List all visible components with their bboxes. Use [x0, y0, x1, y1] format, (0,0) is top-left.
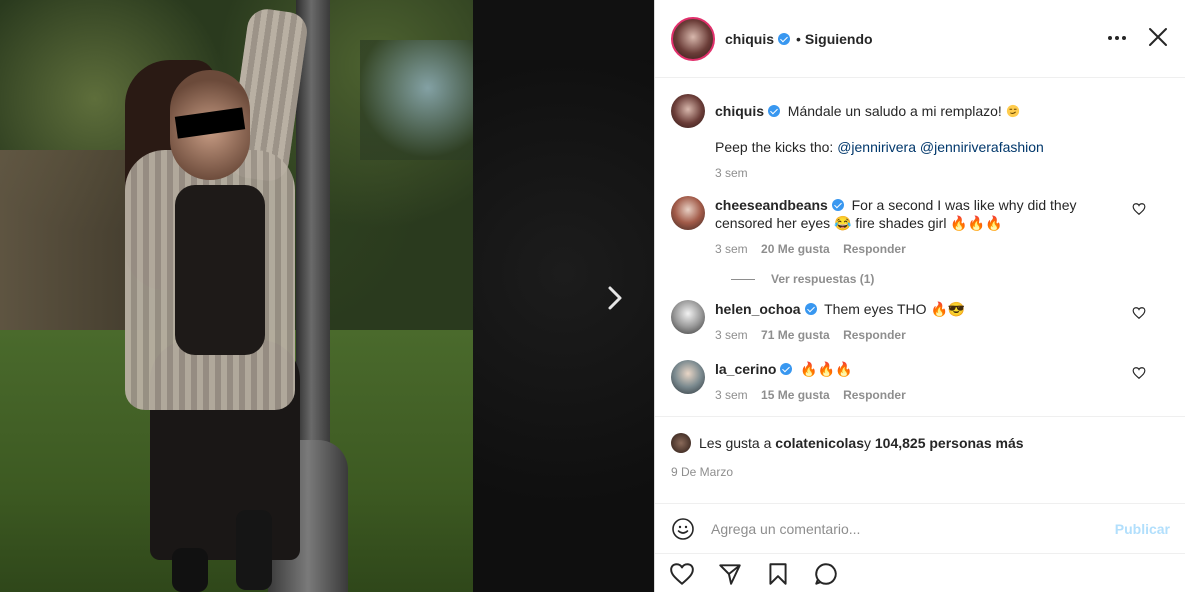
reply-button[interactable]: Responder	[843, 242, 906, 256]
caption-line-2: Peep the kicks tho: @jennirivera @jennir…	[715, 138, 1130, 156]
separator-dot: •	[796, 30, 801, 47]
verified-icon	[831, 199, 844, 211]
mention-link[interactable]: @jenniriverafashion	[920, 139, 1044, 155]
photo-top	[175, 185, 265, 355]
caption: chiquis Mándale un saludo a mi remplazo!…	[671, 94, 1170, 182]
comment-meta: 3 sem 71 Me gusta Responder	[715, 326, 1130, 344]
photo-fence	[0, 150, 130, 330]
caption-body: chiquis Mándale un saludo a mi remplazo!…	[715, 94, 1170, 182]
caption-meta: 3 sem	[715, 164, 1130, 182]
comment-text: 🔥🔥🔥	[800, 361, 853, 377]
caption-username[interactable]: chiquis	[715, 103, 764, 119]
comment-line: cheeseandbeans For a second I was like w…	[715, 196, 1130, 232]
caption-line: chiquis Mándale un saludo a mi remplazo!	[715, 102, 1130, 120]
caption-time[interactable]: 3 sem	[715, 166, 748, 180]
photo-shoe-left	[172, 548, 208, 592]
mention-link[interactable]: @jennirivera	[837, 139, 916, 155]
comment-line: la_cerino 🔥🔥🔥	[715, 360, 1130, 378]
comment-item: cheeseandbeans For a second I was like w…	[671, 196, 1170, 258]
comment-likes[interactable]: 20 Me gusta	[761, 242, 830, 256]
comment-body: cheeseandbeans For a second I was like w…	[715, 196, 1170, 258]
verified-icon	[768, 105, 781, 117]
comment-item: helen_ochoa Them eyes THO 🔥😎 3 sem 71 Me…	[671, 300, 1170, 344]
heart-icon[interactable]	[1132, 366, 1146, 380]
view-replies-label[interactable]: Ver respuestas (1)	[771, 272, 874, 286]
photo-shoe-right	[236, 510, 272, 590]
add-comment-bar: Publicar	[655, 503, 1185, 553]
comment-input[interactable]	[711, 520, 1115, 537]
send-icon[interactable]	[717, 561, 743, 587]
post-header: chiquis • Siguiendo	[655, 0, 1185, 78]
caption-text-2: Peep the kicks tho:	[715, 139, 838, 155]
heart-icon[interactable]	[669, 561, 695, 587]
heart-icon[interactable]	[1132, 202, 1146, 216]
comment-likes[interactable]: 71 Me gusta	[761, 328, 830, 342]
comments-list[interactable]: chiquis Mándale un saludo a mi remplazo!…	[655, 78, 1185, 416]
likes-user[interactable]: colatenicolas	[775, 435, 864, 451]
comment-body: helen_ochoa Them eyes THO 🔥😎 3 sem 71 Me…	[715, 300, 1170, 344]
likes-prefix: Les gusta a	[699, 435, 772, 451]
reply-button[interactable]: Responder	[843, 388, 906, 402]
post-detail-panel: chiquis • Siguiendo chiquis Mándale un s…	[654, 0, 1185, 592]
reply-button[interactable]: Responder	[843, 328, 906, 342]
comment-meta: 3 sem 15 Me gusta Responder	[715, 386, 1130, 404]
view-replies-button[interactable]: Ver respuestas (1)	[731, 272, 1170, 286]
comment-time[interactable]: 3 sem	[715, 242, 748, 256]
likes-middle: y	[863, 435, 871, 451]
emoji-icon[interactable]	[671, 517, 695, 541]
replies-line	[731, 278, 755, 280]
backdrop-shade	[473, 60, 654, 592]
close-icon[interactable]	[1147, 26, 1169, 48]
publish-button[interactable]: Publicar	[1115, 521, 1170, 537]
comment-body: la_cerino 🔥🔥🔥 3 sem 15 Me gusta Responde…	[715, 360, 1170, 404]
verified-icon	[778, 32, 791, 45]
comment-meta: 3 sem 20 Me gusta Responder	[715, 240, 1130, 258]
action-bar	[655, 553, 1185, 592]
avatar[interactable]	[671, 433, 691, 453]
post-date[interactable]: 9 De Marzo	[655, 453, 1185, 479]
comment-username[interactable]: cheeseandbeans	[715, 197, 828, 213]
comment-line: helen_ochoa Them eyes THO 🔥😎	[715, 300, 1130, 318]
smirk-emoji-icon	[1006, 104, 1019, 118]
avatar[interactable]	[671, 16, 715, 61]
likes-summary[interactable]: Les gusta a colatenicolas y 104,825 pers…	[655, 417, 1185, 453]
comment-username[interactable]: helen_ochoa	[715, 301, 801, 317]
comment-time[interactable]: 3 sem	[715, 328, 748, 342]
comment-item: la_cerino 🔥🔥🔥 3 sem 15 Me gusta Responde…	[671, 360, 1170, 404]
comment-text: Them eyes THO 🔥😎	[824, 301, 966, 317]
verified-icon	[804, 303, 817, 315]
comment-icon[interactable]	[813, 561, 839, 587]
avatar[interactable]	[671, 196, 705, 230]
post-username[interactable]: chiquis	[725, 31, 774, 47]
post-footer: Les gusta a colatenicolas y 104,825 pers…	[655, 416, 1185, 585]
caption-text: Mándale un saludo a mi remplazo!	[787, 103, 1006, 119]
following-button[interactable]: Siguiendo	[805, 31, 873, 47]
chevron-right-icon[interactable]	[600, 283, 630, 313]
avatar[interactable]	[671, 360, 705, 394]
heart-icon[interactable]	[1132, 306, 1146, 320]
bookmark-icon[interactable]	[765, 561, 791, 587]
more-horizontal-icon[interactable]	[1107, 28, 1127, 48]
comment-time[interactable]: 3 sem	[715, 388, 748, 402]
comment-likes[interactable]: 15 Me gusta	[761, 388, 830, 402]
likes-count[interactable]: 104,825 personas más	[875, 435, 1024, 451]
post-photo[interactable]	[0, 0, 473, 592]
avatar[interactable]	[671, 300, 705, 334]
avatar[interactable]	[671, 94, 705, 128]
photo-sky	[360, 40, 473, 160]
comment-username[interactable]: la_cerino	[715, 361, 776, 377]
verified-icon	[780, 363, 793, 375]
